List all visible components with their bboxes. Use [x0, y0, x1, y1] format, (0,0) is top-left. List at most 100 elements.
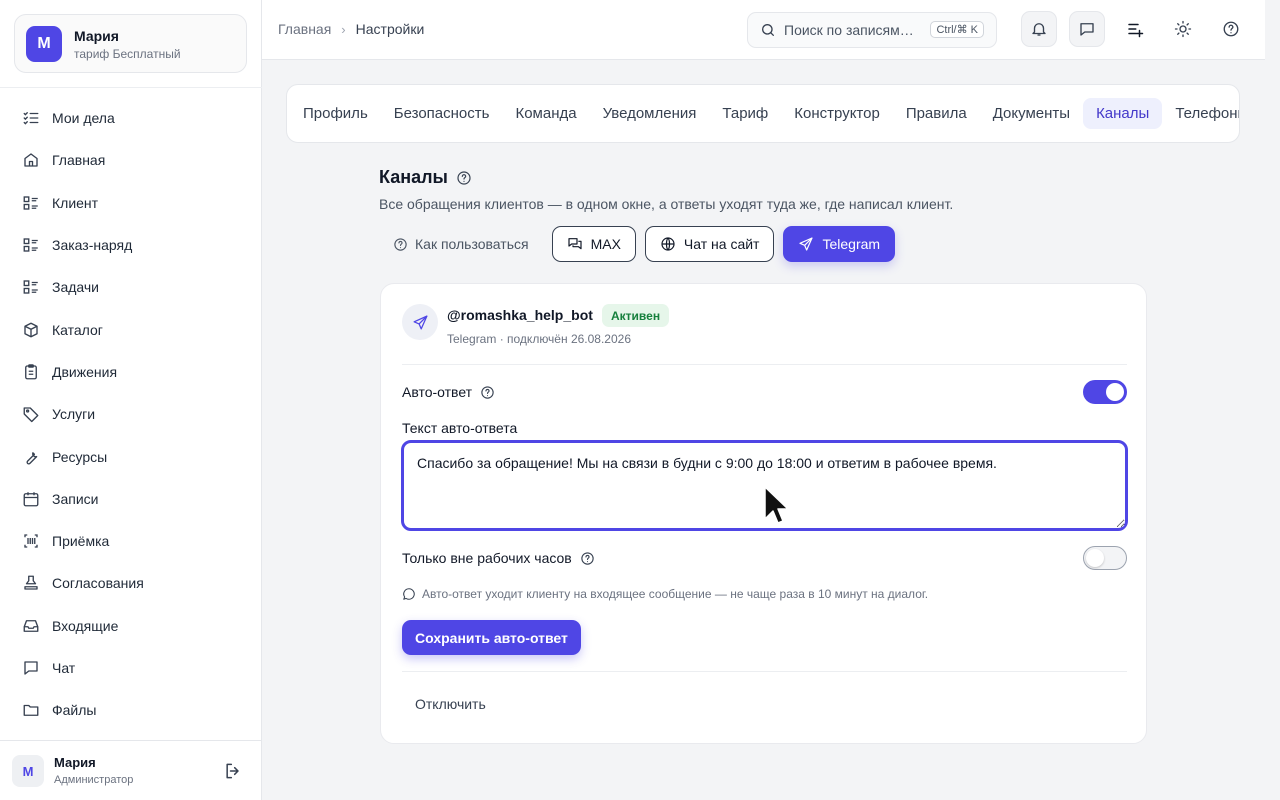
- settings-tabs: Профиль Безопасность Команда Уведомления…: [286, 84, 1240, 143]
- tab-telephony[interactable]: Телефония: [1162, 98, 1239, 129]
- sidebar-item-label: Каталог: [52, 321, 103, 338]
- tab-documents[interactable]: Документы: [980, 98, 1083, 129]
- help-button[interactable]: [1213, 11, 1249, 47]
- save-auto-reply-button[interactable]: Сохранить авто-ответ: [402, 620, 581, 655]
- auto-reply-hint-text: Авто-ответ уходит клиенту на входящее со…: [422, 587, 929, 601]
- channel-site-chat-button[interactable]: Чат на сайт: [644, 226, 775, 262]
- tab-notifications[interactable]: Уведомления: [590, 98, 710, 129]
- user-role: Администратор: [54, 774, 134, 786]
- channel-actions: Как пользоваться MAX Чат на сайт Telegra…: [379, 226, 896, 262]
- auto-reply-label: Авто-ответ: [402, 384, 495, 400]
- sidebar-item-label: Чат: [52, 660, 76, 676]
- search-box[interactable]: Ctrl/⌘ K: [747, 12, 997, 48]
- auto-reply-toggle[interactable]: [1083, 380, 1127, 404]
- add-task-button[interactable]: [1117, 11, 1153, 47]
- account-switcher[interactable]: М Мария тариф Бесплатный: [14, 14, 247, 73]
- page-title-text: Каналы: [379, 167, 448, 187]
- sidebar-item-appointments[interactable]: Записи: [0, 478, 262, 520]
- breadcrumb: Главная › Настройки: [278, 21, 424, 37]
- sidebar-nav: Мои дела Главная Клиент Заказ-наряд Зада…: [0, 97, 262, 731]
- breadcrumb-home[interactable]: Главная: [278, 21, 331, 37]
- auto-reply-label-text: Авто-ответ: [402, 384, 473, 400]
- sidebar-divider: [0, 87, 262, 88]
- inbox-icon: [23, 619, 39, 632]
- notifications-button[interactable]: [1021, 11, 1057, 47]
- sidebar-item-label: Услуги: [52, 406, 96, 423]
- home-icon: [24, 153, 38, 168]
- list-add-icon: [1128, 23, 1144, 38]
- sidebar-item-approvals[interactable]: Согласования: [0, 562, 262, 604]
- sidebar-item-my-tasks[interactable]: Мои дела: [0, 97, 262, 139]
- card-divider: [402, 671, 1127, 672]
- tab-profile[interactable]: Профиль: [303, 98, 381, 129]
- sidebar-item-label: Приёмка: [52, 533, 110, 550]
- off-hours-toggle[interactable]: [1083, 546, 1127, 570]
- sidebar-item-movements[interactable]: Движения: [0, 351, 262, 393]
- sidebar-item-home[interactable]: Главная: [0, 139, 262, 181]
- account-name: Мария: [74, 28, 119, 44]
- disable-channel-button[interactable]: Отключить: [415, 696, 486, 712]
- folder-icon: [23, 705, 39, 717]
- message-icon: [1080, 23, 1094, 36]
- logout-icon[interactable]: [223, 761, 243, 781]
- tab-plan[interactable]: Тариф: [709, 98, 781, 129]
- channel-label: MAX: [590, 236, 621, 252]
- sidebar-item-work-order[interactable]: Заказ-наряд: [0, 224, 262, 266]
- sidebar-item-catalog[interactable]: Каталог: [0, 308, 262, 350]
- off-hours-label-text: Только вне рабочих часов: [402, 550, 572, 566]
- tab-rules[interactable]: Правила: [893, 98, 980, 129]
- sidebar-item-tasks[interactable]: Задачи: [0, 266, 262, 308]
- tab-builder[interactable]: Конструктор: [781, 98, 893, 129]
- sidebar-item-label: Главная: [52, 152, 106, 169]
- sidebar-item-client[interactable]: Клиент: [0, 182, 262, 224]
- sidebar-item-services[interactable]: Услуги: [0, 393, 262, 435]
- tag-icon: [23, 407, 39, 423]
- breadcrumb-separator: ›: [341, 21, 346, 37]
- account-avatar: М: [26, 26, 62, 62]
- search-input[interactable]: [784, 22, 914, 38]
- sidebar-item-label: Клиент: [52, 194, 99, 211]
- list-icon: [23, 238, 38, 252]
- help-circle-icon: [394, 237, 407, 251]
- bot-meta: Telegram · подключён 26.08.2026: [447, 332, 631, 346]
- user-avatar: М: [12, 755, 44, 787]
- sidebar-item-label: Движения: [52, 363, 118, 380]
- sidebar-item-files[interactable]: Файлы: [0, 689, 262, 731]
- sidebar-item-receiving[interactable]: Приёмка: [0, 520, 262, 562]
- how-to-use-label: Как пользоваться: [415, 236, 529, 252]
- user-name: Мария: [54, 755, 96, 770]
- list-icon: [23, 280, 38, 295]
- help-circle-icon[interactable]: [480, 385, 495, 400]
- user-panel: М Мария Администратор: [0, 740, 262, 800]
- sidebar-item-label: Задачи: [52, 279, 100, 296]
- tab-security[interactable]: Безопасность: [381, 98, 503, 129]
- search-shortcut: Ctrl/⌘ K: [930, 21, 984, 38]
- tab-channels[interactable]: Каналы: [1083, 98, 1163, 129]
- sidebar-item-resources[interactable]: Ресурсы: [0, 435, 262, 477]
- account-plan: тариф Бесплатный: [74, 47, 181, 61]
- calendar-icon: [23, 492, 39, 507]
- help-circle-icon[interactable]: [580, 551, 595, 566]
- channel-max-button[interactable]: MAX: [551, 226, 636, 262]
- help-icon: [1223, 21, 1239, 37]
- sidebar-item-label: Записи: [52, 490, 99, 507]
- stamp-icon: [24, 575, 38, 591]
- clipboard-icon: [25, 364, 37, 380]
- sidebar-item-chat[interactable]: Чат: [0, 647, 262, 689]
- messages-button[interactable]: [1069, 11, 1105, 47]
- auto-reply-hint: Авто-ответ уходит клиенту на входящее со…: [402, 587, 928, 601]
- barcode-icon: [24, 534, 38, 548]
- off-hours-label: Только вне рабочих часов: [402, 550, 595, 566]
- tab-team[interactable]: Команда: [502, 98, 589, 129]
- breadcrumb-current: Настройки: [355, 21, 425, 37]
- channel-telegram-button[interactable]: Telegram: [783, 226, 896, 262]
- help-circle-icon[interactable]: [456, 170, 472, 186]
- sidebar-item-inbox[interactable]: Входящие: [0, 605, 262, 647]
- how-to-use-button[interactable]: Как пользоваться: [379, 226, 543, 262]
- sun-icon: [1174, 20, 1192, 38]
- bot-name: @romashka_help_bot: [447, 307, 593, 323]
- topbar: Главная › Настройки Ctrl/⌘ K: [262, 0, 1265, 60]
- theme-toggle-button[interactable]: [1165, 11, 1201, 47]
- bot-avatar: [402, 304, 438, 340]
- channel-label: Чат на сайт: [683, 236, 760, 252]
